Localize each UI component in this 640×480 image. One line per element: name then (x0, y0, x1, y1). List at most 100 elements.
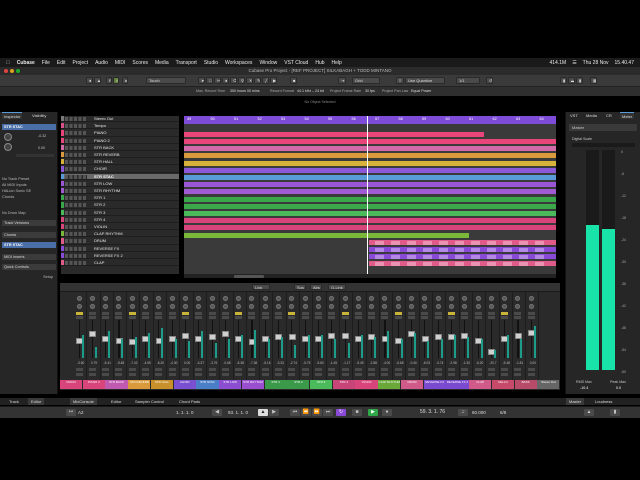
track-color-strip[interactable] (61, 209, 64, 215)
channel-edit-button[interactable] (155, 373, 163, 376)
track-lane[interactable] (184, 124, 556, 130)
tab-editor[interactable]: Editor (108, 398, 124, 405)
track-lane[interactable] (184, 138, 556, 145)
read-automation-button[interactable]: R (106, 77, 112, 84)
abs-button[interactable]: Abs (310, 284, 322, 290)
mute-button[interactable] (421, 312, 429, 315)
mute-button[interactable] (527, 312, 535, 315)
channel-pan-knob[interactable] (76, 296, 82, 301)
channel-pan-knob[interactable] (488, 304, 494, 309)
track-row-reverse-fx-2[interactable]: REVERSE FX 2 (61, 252, 179, 259)
track-lane[interactable] (184, 146, 556, 152)
channel-pan-knob[interactable] (89, 296, 95, 301)
track-color-strip[interactable] (61, 123, 64, 129)
timeline-ruler[interactable]: 49 50 51 52 53 54 55 56 57 58 59 60 61 62 63 64 (184, 116, 556, 124)
channel-edit-button[interactable] (474, 373, 482, 376)
channel-pan-knob[interactable] (289, 304, 295, 309)
channel-pan-knob[interactable] (209, 304, 215, 309)
solo-button[interactable] (168, 316, 176, 319)
track-controls[interactable] (65, 160, 87, 165)
activate-project-button[interactable]: ● (86, 77, 93, 84)
solo-button[interactable] (195, 316, 203, 319)
channel-volume-value[interactable]: -6.03 (420, 361, 433, 365)
track-controls[interactable] (65, 117, 87, 121)
track-controls[interactable] (65, 196, 87, 201)
track-row-clap[interactable]: CLAP (61, 260, 179, 267)
lower-zone-toggle-icon[interactable]: ▬ (568, 77, 575, 84)
track-controls[interactable] (65, 174, 87, 179)
channel-edit-button[interactable] (128, 368, 136, 371)
horizontal-scrollbar[interactable] (184, 274, 556, 278)
channel-pan-knob[interactable] (395, 304, 401, 309)
channel-edit-button[interactable] (102, 373, 110, 376)
punch-in-button[interactable]: ↦ (66, 409, 76, 416)
channel-edit-button[interactable] (474, 368, 482, 371)
channel-pan-knob[interactable] (502, 296, 508, 301)
channel-pan-knob[interactable] (156, 296, 162, 301)
midi-part[interactable] (369, 254, 556, 260)
channel-pan-knob[interactable] (488, 296, 494, 301)
channel-pan-knob[interactable] (448, 296, 454, 301)
track-lane[interactable] (184, 239, 556, 245)
channel-pan-knob[interactable] (236, 304, 242, 309)
track-color-strip[interactable] (61, 224, 64, 230)
fader-track[interactable] (411, 320, 413, 358)
track-controls[interactable] (65, 203, 87, 208)
time-signature-display[interactable]: 6/8 (500, 409, 506, 416)
track-lane[interactable] (184, 203, 556, 209)
channel-edit-button[interactable] (208, 368, 216, 371)
channel-edit-button[interactable] (394, 368, 402, 371)
pan-knob[interactable] (4, 143, 12, 151)
track-name[interactable]: REVERSE FX (94, 246, 119, 252)
mute-button[interactable] (88, 312, 96, 315)
channel-pan-knob[interactable] (156, 304, 162, 309)
track-lane[interactable] (184, 131, 556, 137)
click-button[interactable]: ♫ (458, 409, 468, 416)
channel-pan-knob[interactable] (249, 304, 255, 309)
menu-project[interactable]: Project (73, 60, 89, 66)
channel-volume-value[interactable]: -1.45 (327, 361, 340, 365)
solo-button[interactable] (368, 316, 376, 319)
channel-pan-knob[interactable] (382, 296, 388, 301)
mute-button[interactable] (381, 312, 389, 315)
mute-button[interactable] (394, 312, 402, 315)
volume-fader[interactable] (288, 334, 296, 341)
channel-pan-knob[interactable] (329, 296, 335, 301)
menu-edit[interactable]: Edit (57, 60, 66, 66)
track-controls[interactable] (65, 210, 87, 215)
channel-edit-button[interactable] (421, 368, 429, 371)
midi-part[interactable] (369, 261, 556, 267)
solo-button[interactable] (328, 316, 336, 319)
apple-icon[interactable]:  (6, 60, 10, 66)
channel-pan-knob[interactable] (129, 304, 135, 309)
track-lane[interactable] (184, 167, 556, 173)
channel-pan-knob[interactable] (355, 304, 361, 309)
mute-button[interactable] (314, 312, 322, 315)
channel-pan-knob[interactable] (369, 304, 375, 309)
track-name[interactable]: STR BACK (94, 145, 114, 151)
midi-part[interactable] (184, 203, 556, 209)
track-color-strip[interactable] (61, 130, 64, 136)
solo-button[interactable] (501, 316, 509, 319)
track-color-strip[interactable] (61, 231, 64, 237)
channel-volume-value[interactable]: -20.7 (486, 361, 499, 365)
channel-volume-value[interactable]: -5.48 (114, 361, 127, 365)
chords-section[interactable]: Chords (2, 232, 56, 238)
menu-file[interactable]: File (42, 60, 50, 66)
mute-button[interactable] (354, 312, 362, 315)
channel-volume-value[interactable]: -3.60 (74, 361, 87, 365)
channel-volume-value[interactable]: 0.00 (180, 361, 193, 365)
wifi-icon[interactable]: ☰ (572, 60, 576, 66)
volume-fader[interactable] (182, 332, 190, 339)
channel-pan-knob[interactable] (409, 304, 414, 309)
channel-edit-button[interactable] (75, 368, 83, 371)
channel-name-label[interactable]: STR HALL (150, 380, 174, 389)
locator-marker-button[interactable]: ▲ (258, 409, 268, 416)
channel-edit-button[interactable] (314, 368, 322, 371)
channel-pan-knob[interactable] (502, 304, 508, 309)
tab-loudness[interactable]: Loudness (592, 398, 615, 405)
left-locator[interactable]: 1. 1. 1. 0 (176, 409, 194, 416)
solo-button[interactable] (434, 316, 442, 319)
track-color-strip[interactable] (61, 245, 64, 251)
channel-edit-button[interactable] (501, 373, 509, 376)
